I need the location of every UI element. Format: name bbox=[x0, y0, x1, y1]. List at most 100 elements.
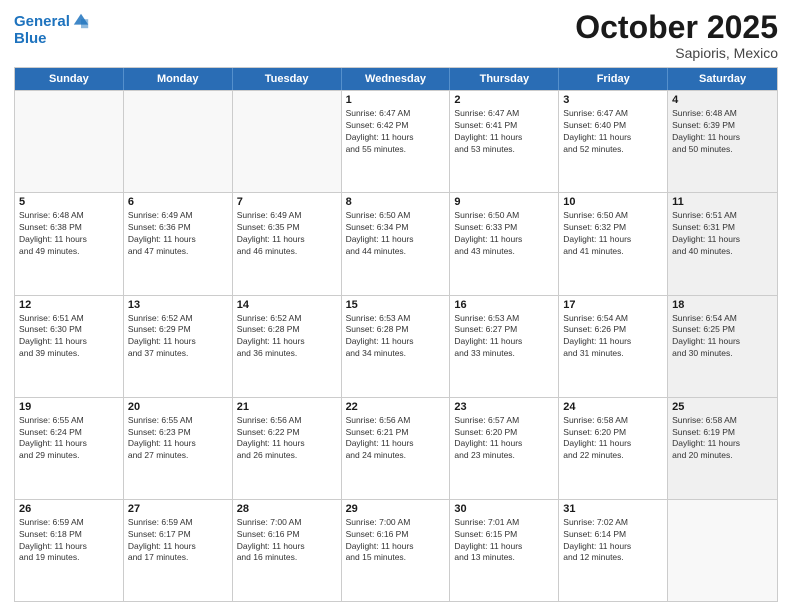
cal-cell: 7Sunrise: 6:49 AM Sunset: 6:35 PM Daylig… bbox=[233, 193, 342, 294]
cal-header-wednesday: Wednesday bbox=[342, 68, 451, 90]
day-info: Sunrise: 6:50 AM Sunset: 6:32 PM Dayligh… bbox=[563, 210, 663, 258]
day-info: Sunrise: 6:55 AM Sunset: 6:24 PM Dayligh… bbox=[19, 415, 119, 463]
day-number: 16 bbox=[454, 299, 554, 311]
day-info: Sunrise: 6:52 AM Sunset: 6:29 PM Dayligh… bbox=[128, 313, 228, 361]
cal-header-monday: Monday bbox=[124, 68, 233, 90]
day-info: Sunrise: 6:56 AM Sunset: 6:22 PM Dayligh… bbox=[237, 415, 337, 463]
day-number: 25 bbox=[672, 401, 773, 413]
cal-header-sunday: Sunday bbox=[15, 68, 124, 90]
main-title: October 2025 bbox=[575, 10, 778, 45]
header: General Blue October 2025 Sapioris, Mexi… bbox=[14, 10, 778, 61]
cal-cell bbox=[668, 500, 777, 601]
cal-cell: 26 Sunrise: 6:59 AM Sunset: 6:18 PM Dayli… bbox=[15, 500, 124, 601]
day-info: Sunrise: 6:58 AM Sunset: 6:19 PM Dayligh… bbox=[672, 415, 773, 463]
day-number: 3 bbox=[563, 94, 663, 106]
cal-header-thursday: Thursday bbox=[450, 68, 559, 90]
cal-cell: 14 Sunrise: 6:52 AM Sunset: 6:28 PM Dayli… bbox=[233, 296, 342, 397]
logo: General Blue bbox=[14, 14, 90, 47]
cal-header-tuesday: Tuesday bbox=[233, 68, 342, 90]
cal-header-friday: Friday bbox=[559, 68, 668, 90]
cal-cell bbox=[124, 91, 233, 192]
cal-cell: 6 Sunrise: 6:49 AM Sunset: 6:36 PM Daylig… bbox=[124, 193, 233, 294]
day-info: Sunrise: 6:48 AM Sunset: 6:38 PM Dayligh… bbox=[19, 210, 119, 258]
day-info: Sunrise: 6:52 AM Sunset: 6:28 PM Dayligh… bbox=[237, 313, 337, 361]
cal-cell: 1 Sunrise: 6:47 AM Sunset: 6:42 PM Daylig… bbox=[342, 91, 451, 192]
cal-week-5: 26 Sunrise: 6:59 AM Sunset: 6:18 PM Dayli… bbox=[15, 499, 777, 601]
day-number: 31 bbox=[563, 503, 663, 515]
cal-cell: 4Sunrise: 6:48 AM Sunset: 6:39 PM Daylig… bbox=[668, 91, 777, 192]
cal-cell: 10 Sunrise: 6:50 AM Sunset: 6:32 PM Dayli… bbox=[559, 193, 668, 294]
day-number: 29 bbox=[346, 503, 446, 515]
day-info: Sunrise: 6:59 AM Sunset: 6:18 PM Dayligh… bbox=[19, 517, 119, 565]
day-number: 30 bbox=[454, 503, 554, 515]
cal-cell: 28 Sunrise: 7:00 AM Sunset: 6:16 PM Dayli… bbox=[233, 500, 342, 601]
day-number: 27 bbox=[128, 503, 228, 515]
day-number: 24 bbox=[563, 401, 663, 413]
day-number: 1 bbox=[346, 94, 446, 106]
day-info: Sunrise: 6:55 AM Sunset: 6:23 PM Dayligh… bbox=[128, 415, 228, 463]
day-number: 2 bbox=[454, 94, 554, 106]
day-info: Sunrise: 7:00 AM Sunset: 6:16 PM Dayligh… bbox=[237, 517, 337, 565]
cal-cell: 8 Sunrise: 6:50 AM Sunset: 6:34 PM Daylig… bbox=[342, 193, 451, 294]
day-number: 19 bbox=[19, 401, 119, 413]
day-number: 4 bbox=[672, 94, 773, 106]
cal-header-saturday: Saturday bbox=[668, 68, 777, 90]
day-number: 8 bbox=[346, 196, 446, 208]
day-info: Sunrise: 6:50 AM Sunset: 6:33 PM Dayligh… bbox=[454, 210, 554, 258]
cal-cell: 17 Sunrise: 6:54 AM Sunset: 6:26 PM Dayli… bbox=[559, 296, 668, 397]
day-info: Sunrise: 6:54 AM Sunset: 6:26 PM Dayligh… bbox=[563, 313, 663, 361]
calendar-header: SundayMondayTuesdayWednesdayThursdayFrid… bbox=[15, 68, 777, 90]
logo-text2: Blue bbox=[14, 31, 90, 48]
day-info: Sunrise: 7:00 AM Sunset: 6:16 PM Dayligh… bbox=[346, 517, 446, 565]
day-number: 28 bbox=[237, 503, 337, 515]
cal-cell: 5 Sunrise: 6:48 AM Sunset: 6:38 PM Daylig… bbox=[15, 193, 124, 294]
day-number: 5 bbox=[19, 196, 119, 208]
cal-cell: 22Sunrise: 6:56 AM Sunset: 6:21 PM Dayli… bbox=[342, 398, 451, 499]
title-block: October 2025 Sapioris, Mexico bbox=[575, 10, 778, 61]
day-number: 21 bbox=[237, 401, 337, 413]
logo-text: General bbox=[14, 14, 70, 31]
day-info: Sunrise: 6:50 AM Sunset: 6:34 PM Dayligh… bbox=[346, 210, 446, 258]
day-info: Sunrise: 6:51 AM Sunset: 6:31 PM Dayligh… bbox=[672, 210, 773, 258]
cal-cell: 20 Sunrise: 6:55 AM Sunset: 6:23 PM Dayli… bbox=[124, 398, 233, 499]
cal-cell: 19 Sunrise: 6:55 AM Sunset: 6:24 PM Dayli… bbox=[15, 398, 124, 499]
day-info: Sunrise: 6:49 AM Sunset: 6:35 PM Dayligh… bbox=[237, 210, 337, 258]
day-number: 14 bbox=[237, 299, 337, 311]
day-info: Sunrise: 6:57 AM Sunset: 6:20 PM Dayligh… bbox=[454, 415, 554, 463]
day-number: 18 bbox=[672, 299, 773, 311]
cal-cell: 27 Sunrise: 6:59 AM Sunset: 6:17 PM Dayli… bbox=[124, 500, 233, 601]
day-number: 6 bbox=[128, 196, 228, 208]
cal-cell: 21 Sunrise: 6:56 AM Sunset: 6:22 PM Dayli… bbox=[233, 398, 342, 499]
subtitle: Sapioris, Mexico bbox=[575, 45, 778, 61]
day-info: Sunrise: 6:47 AM Sunset: 6:42 PM Dayligh… bbox=[346, 108, 446, 156]
day-number: 20 bbox=[128, 401, 228, 413]
cal-cell: 9 Sunrise: 6:50 AM Sunset: 6:33 PM Daylig… bbox=[450, 193, 559, 294]
cal-week-1: 1 Sunrise: 6:47 AM Sunset: 6:42 PM Daylig… bbox=[15, 90, 777, 192]
day-info: Sunrise: 6:47 AM Sunset: 6:41 PM Dayligh… bbox=[454, 108, 554, 156]
cal-cell: 30Sunrise: 7:01 AM Sunset: 6:15 PM Dayli… bbox=[450, 500, 559, 601]
day-number: 11 bbox=[672, 196, 773, 208]
day-number: 23 bbox=[454, 401, 554, 413]
day-number: 10 bbox=[563, 196, 663, 208]
day-info: Sunrise: 6:49 AM Sunset: 6:36 PM Dayligh… bbox=[128, 210, 228, 258]
cal-week-3: 12Sunrise: 6:51 AM Sunset: 6:30 PM Dayli… bbox=[15, 295, 777, 397]
day-info: Sunrise: 6:51 AM Sunset: 6:30 PM Dayligh… bbox=[19, 313, 119, 361]
cal-week-2: 5 Sunrise: 6:48 AM Sunset: 6:38 PM Daylig… bbox=[15, 192, 777, 294]
cal-cell: 3 Sunrise: 6:47 AM Sunset: 6:40 PM Daylig… bbox=[559, 91, 668, 192]
cal-cell: 24Sunrise: 6:58 AM Sunset: 6:20 PM Dayli… bbox=[559, 398, 668, 499]
cal-cell bbox=[233, 91, 342, 192]
cal-cell: 31Sunrise: 7:02 AM Sunset: 6:14 PM Dayli… bbox=[559, 500, 668, 601]
day-number: 17 bbox=[563, 299, 663, 311]
day-info: Sunrise: 6:53 AM Sunset: 6:28 PM Dayligh… bbox=[346, 313, 446, 361]
day-info: Sunrise: 6:53 AM Sunset: 6:27 PM Dayligh… bbox=[454, 313, 554, 361]
cal-cell bbox=[15, 91, 124, 192]
cal-cell: 25 Sunrise: 6:58 AM Sunset: 6:19 PM Dayli… bbox=[668, 398, 777, 499]
day-info: Sunrise: 6:47 AM Sunset: 6:40 PM Dayligh… bbox=[563, 108, 663, 156]
day-number: 26 bbox=[19, 503, 119, 515]
cal-cell: 2 Sunrise: 6:47 AM Sunset: 6:41 PM Daylig… bbox=[450, 91, 559, 192]
day-info: Sunrise: 6:59 AM Sunset: 6:17 PM Dayligh… bbox=[128, 517, 228, 565]
day-number: 9 bbox=[454, 196, 554, 208]
cal-cell: 16 Sunrise: 6:53 AM Sunset: 6:27 PM Dayli… bbox=[450, 296, 559, 397]
day-info: Sunrise: 6:54 AM Sunset: 6:25 PM Dayligh… bbox=[672, 313, 773, 361]
cal-cell: 29 Sunrise: 7:00 AM Sunset: 6:16 PM Dayli… bbox=[342, 500, 451, 601]
